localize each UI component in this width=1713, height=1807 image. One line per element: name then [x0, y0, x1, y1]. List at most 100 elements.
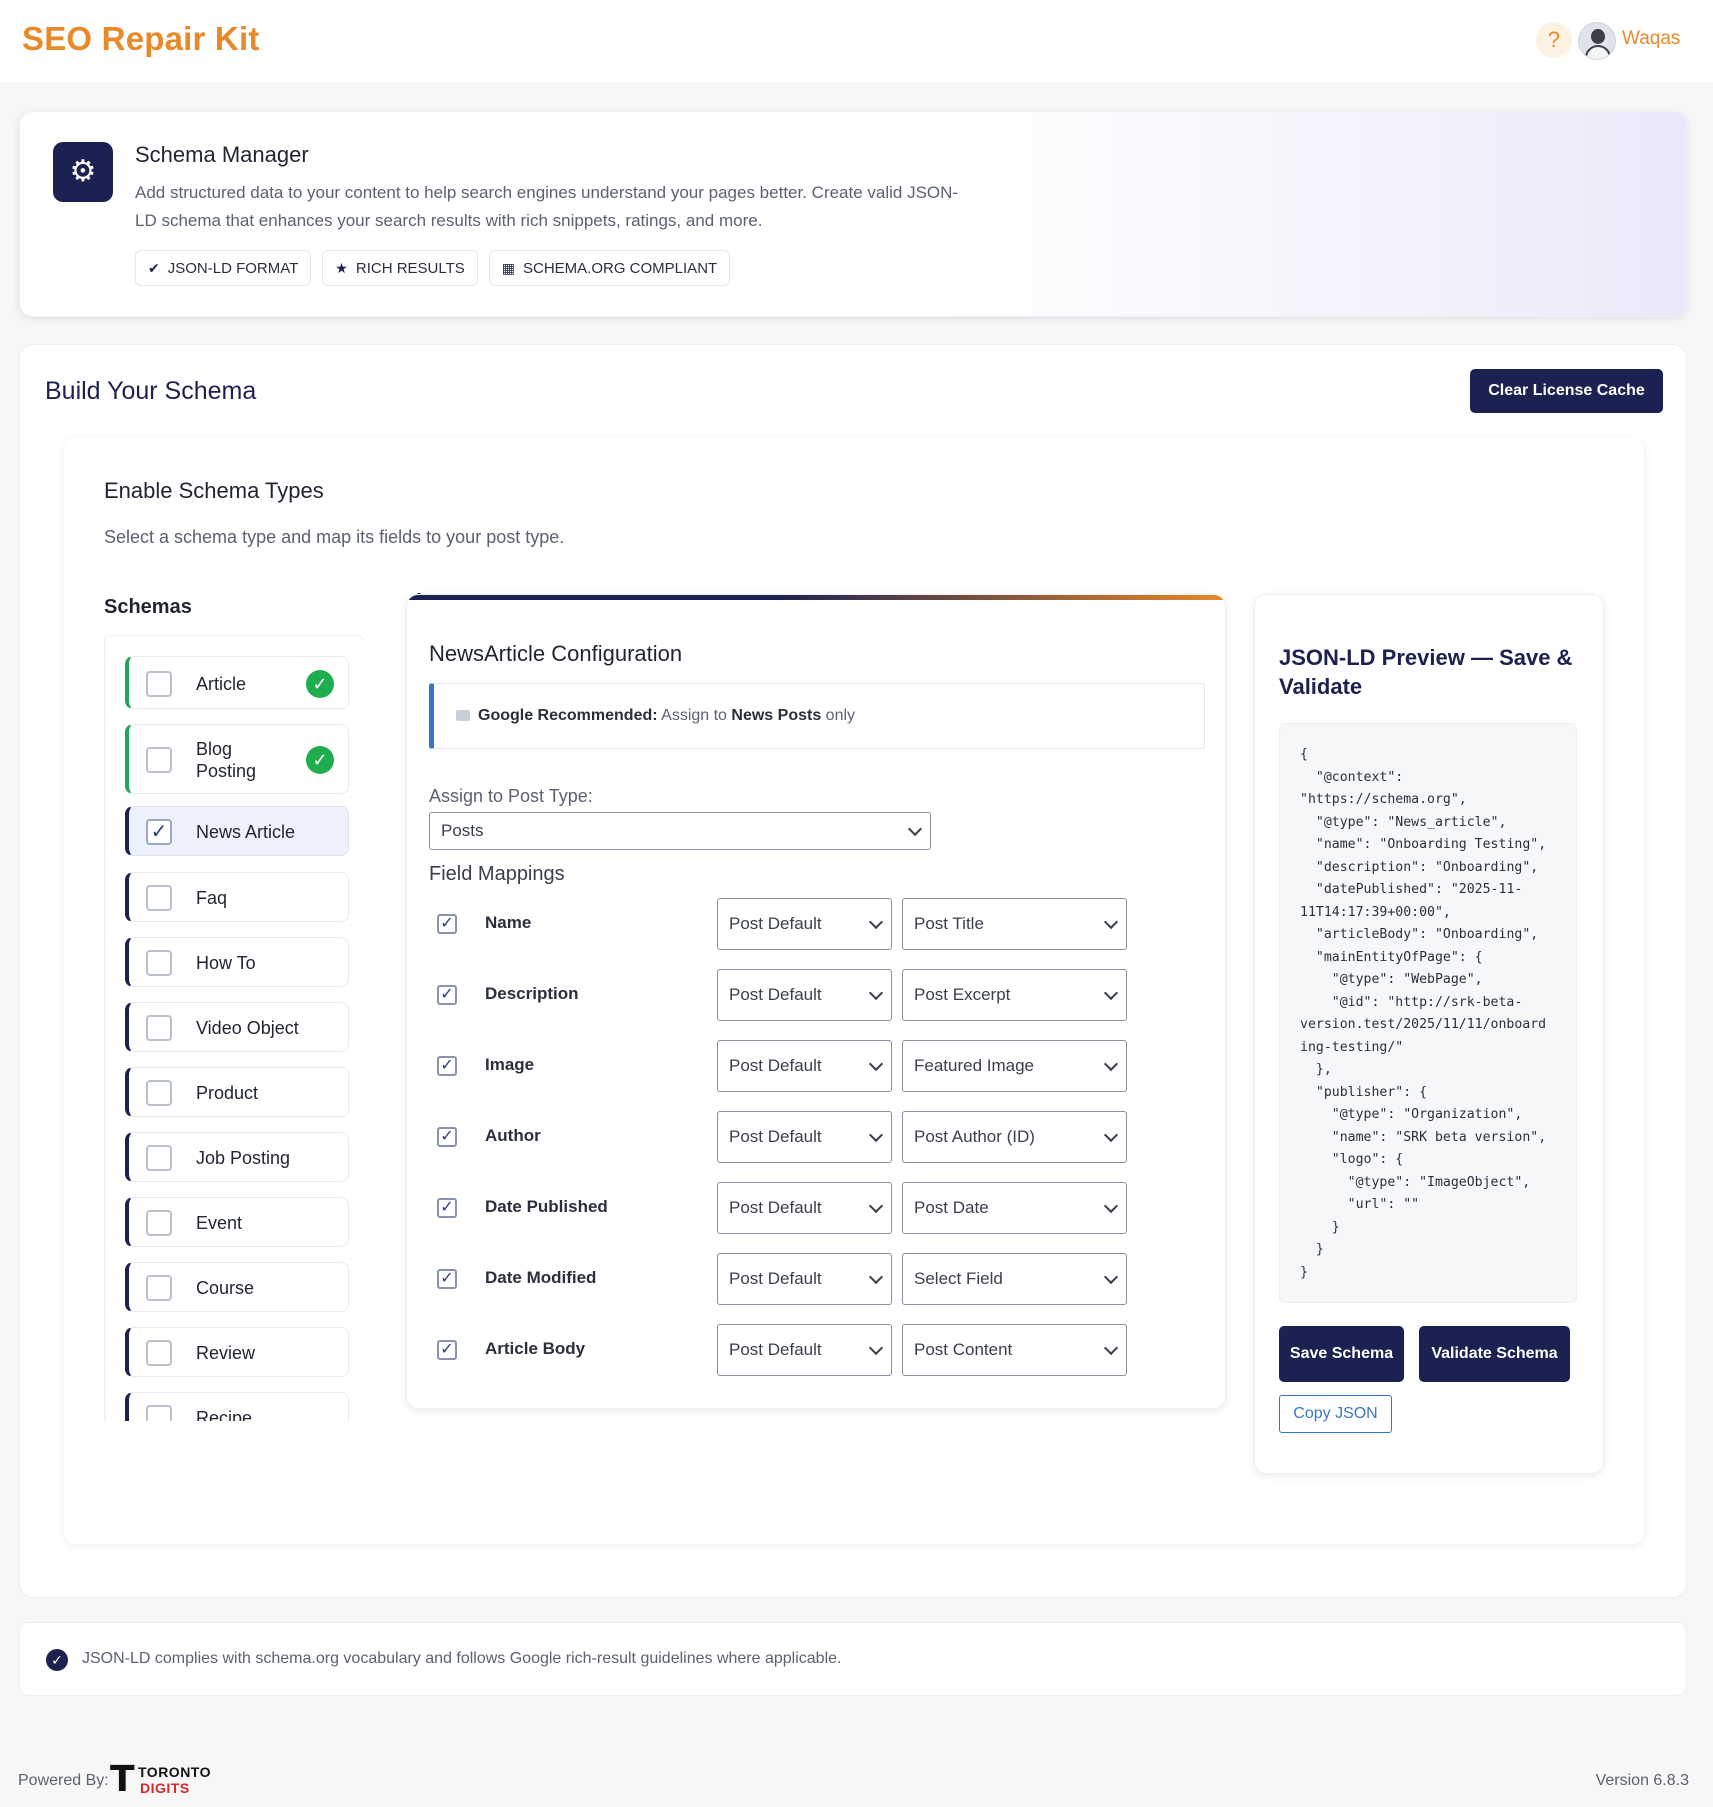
field-source-value: Post Default — [729, 985, 822, 1004]
enable-subtitle: Select a schema type and map its fields … — [104, 527, 565, 547]
field-source-select[interactable]: Post Default — [717, 969, 892, 1021]
field-source-select[interactable]: Post Default — [717, 1324, 892, 1376]
toronto-digits-logo[interactable]: T TORONTO DIGITS — [110, 1762, 211, 1798]
gear-icon: ⚙ — [53, 142, 113, 202]
clear-license-cache-button[interactable]: Clear License Cache — [1470, 369, 1663, 413]
user-name[interactable]: Waqas — [1622, 28, 1680, 50]
schema-label: How To — [196, 953, 256, 973]
hero-title: Schema Manager — [135, 142, 309, 167]
schema-item-blog-posting[interactable]: Blog Posting ✓ — [125, 724, 349, 794]
field-source-select[interactable]: Post Default — [717, 1253, 892, 1305]
help-icon[interactable]: ? — [1536, 22, 1572, 58]
schema-item-review[interactable]: Review — [125, 1327, 349, 1377]
schema-checkbox[interactable] — [146, 747, 172, 773]
schema-item-course[interactable]: Course — [125, 1262, 349, 1312]
note-strong: Google Recommended: — [478, 707, 658, 724]
field-value: Featured Image — [914, 1056, 1035, 1075]
chevron-down-icon — [1103, 1127, 1119, 1143]
field-value-select[interactable]: Post Content — [902, 1324, 1127, 1376]
field-source-select[interactable]: Post Default — [717, 1040, 892, 1092]
schema-checkbox[interactable] — [146, 1340, 172, 1366]
schema-item-how-to[interactable]: How To — [125, 937, 349, 987]
chevron-down-icon — [1103, 914, 1119, 930]
schema-checkbox[interactable] — [146, 1405, 172, 1421]
field-checkbox[interactable]: ✓ — [437, 1269, 457, 1289]
field-value: Post Author (ID) — [914, 1127, 1035, 1146]
field-value-select[interactable]: Select Field — [902, 1253, 1127, 1305]
field-value-select[interactable]: Post Title — [902, 898, 1127, 950]
schema-checkbox[interactable]: ✓ — [146, 819, 172, 845]
field-checkbox[interactable]: ✓ — [437, 985, 457, 1005]
field-row-description: ✓ Description Post Default Post Excerpt — [407, 969, 1225, 1021]
field-name: Description — [485, 984, 579, 1003]
note-mid: Assign to — [661, 707, 727, 724]
schema-checkbox[interactable] — [146, 670, 172, 697]
schemas-list[interactable]: Article ✓ Blog Posting ✓ ✓ News Article Faq How… — [104, 635, 364, 1421]
schema-item-event[interactable]: Event — [125, 1197, 349, 1247]
chip-rich-results: ★ RICH RESULTS — [322, 250, 478, 286]
field-value: Post Date — [914, 1198, 989, 1217]
enable-title: Enable Schema Types — [104, 478, 324, 503]
chip-label: JSON-LD FORMAT — [167, 259, 299, 277]
config-accent-line — [407, 595, 1225, 600]
avatar-head — [1591, 29, 1605, 44]
schema-item-news-article[interactable]: ✓ News Article — [125, 806, 349, 856]
field-value: Select Field — [914, 1269, 1003, 1288]
copy-json-button[interactable]: Copy JSON — [1279, 1395, 1392, 1433]
field-value-select[interactable]: Post Excerpt — [902, 969, 1127, 1021]
schema-checkbox[interactable] — [146, 1015, 172, 1041]
field-value-select[interactable]: Post Date — [902, 1182, 1127, 1234]
chevron-down-icon — [868, 1340, 884, 1356]
field-checkbox[interactable]: ✓ — [437, 1127, 457, 1147]
schema-checkbox[interactable] — [146, 1145, 172, 1171]
schema-label: Video Object — [196, 1018, 299, 1038]
chevron-down-icon — [868, 985, 884, 1001]
schema-item-video-object[interactable]: Video Object — [125, 1002, 349, 1052]
json-code-block[interactable]: { "@context": "https://schema.org", "@ty… — [1279, 723, 1577, 1303]
schema-label: Review — [196, 1343, 256, 1363]
field-name: Date Modified — [485, 1268, 597, 1287]
schema-item-product[interactable]: Product — [125, 1067, 349, 1117]
field-checkbox[interactable]: ✓ — [437, 1198, 457, 1218]
validate-schema-button[interactable]: Validate Schema — [1419, 1326, 1570, 1382]
field-source-select[interactable]: Post Default — [717, 1111, 892, 1163]
field-source-value: Post Default — [729, 1198, 822, 1217]
post-type-select[interactable]: Posts — [429, 812, 931, 850]
note-text: Google Recommended: Assign to News Posts… — [456, 707, 855, 725]
schemas-title: Schemas — [104, 596, 192, 618]
schema-label: Article — [196, 673, 247, 694]
schema-checkbox[interactable] — [146, 1080, 172, 1106]
app-brand[interactable]: SEO Repair Kit — [22, 20, 260, 58]
schema-label: News Article — [196, 822, 296, 842]
top-bar: SEO Repair Kit ? Waqas — [0, 0, 1713, 82]
chip-json-ld: ✔ JSON-LD FORMAT — [135, 250, 312, 286]
field-checkbox[interactable]: ✓ — [437, 1340, 457, 1360]
schema-item-faq[interactable]: Faq — [125, 872, 349, 922]
schema-checkbox[interactable] — [146, 1275, 172, 1301]
chevron-down-icon — [868, 1127, 884, 1143]
schema-item-article[interactable]: Article ✓ — [125, 656, 349, 709]
schema-label: Recipe — [196, 1408, 253, 1421]
chevron-down-icon — [1103, 1056, 1119, 1072]
compliance-bar: ✓ JSON-LD complies with schema.org vocab… — [19, 1622, 1687, 1696]
schema-checkbox[interactable] — [146, 885, 172, 911]
schema-item-job-posting[interactable]: Job Posting — [125, 1132, 349, 1182]
schema-label: Course — [196, 1278, 255, 1298]
field-value: Post Title — [914, 914, 984, 933]
save-schema-button[interactable]: Save Schema — [1279, 1326, 1404, 1382]
news-article-config: NewsArticle Configuration Google Recomme… — [406, 594, 1226, 1409]
schema-checkbox[interactable] — [146, 950, 172, 976]
field-checkbox[interactable]: ✓ — [437, 1056, 457, 1076]
field-value-select[interactable]: Featured Image — [902, 1040, 1127, 1092]
compliance-text: JSON-LD complies with schema.org vocabul… — [82, 1650, 842, 1667]
schema-checkbox[interactable] — [146, 1210, 172, 1236]
field-source-value: Post Default — [729, 914, 822, 933]
user-avatar[interactable] — [1578, 22, 1616, 60]
field-source-select[interactable]: Post Default — [717, 1182, 892, 1234]
newspaper-icon — [456, 710, 470, 722]
field-value-select[interactable]: Post Author (ID) — [902, 1111, 1127, 1163]
schema-item-recipe[interactable]: Recipe — [125, 1392, 349, 1421]
field-name: Date Published — [485, 1197, 608, 1216]
field-checkbox[interactable]: ✓ — [437, 914, 457, 934]
field-source-select[interactable]: Post Default — [717, 898, 892, 950]
